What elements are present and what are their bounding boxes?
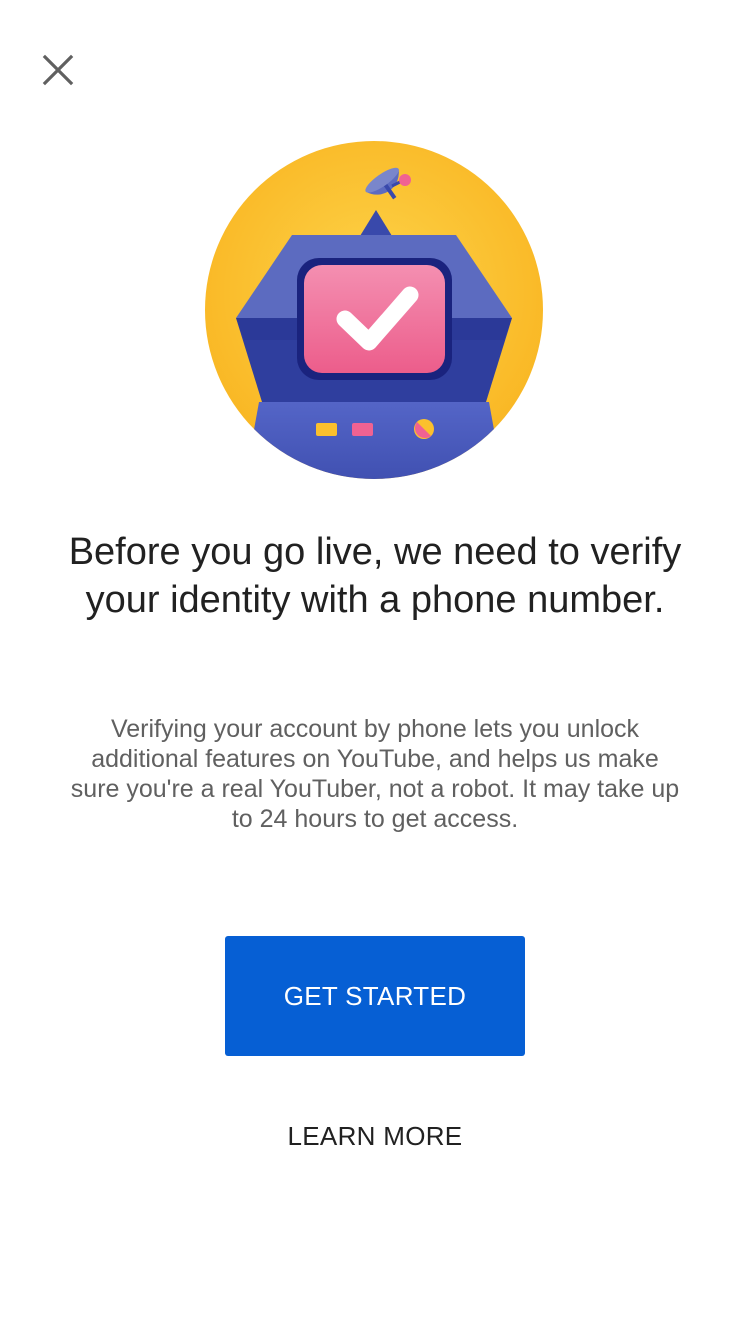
description-text: Verifying your account by phone lets you… <box>70 715 680 833</box>
learn-more-button[interactable]: LEARN MORE <box>225 1106 525 1166</box>
verification-illustration <box>204 140 544 480</box>
page-title: Before you go live, we need to verify yo… <box>68 531 682 621</box>
get-started-button[interactable]: GET STARTED <box>225 936 525 1056</box>
verified-robot-illustration-icon <box>205 141 543 479</box>
close-icon <box>42 54 74 86</box>
close-button[interactable] <box>28 40 88 100</box>
